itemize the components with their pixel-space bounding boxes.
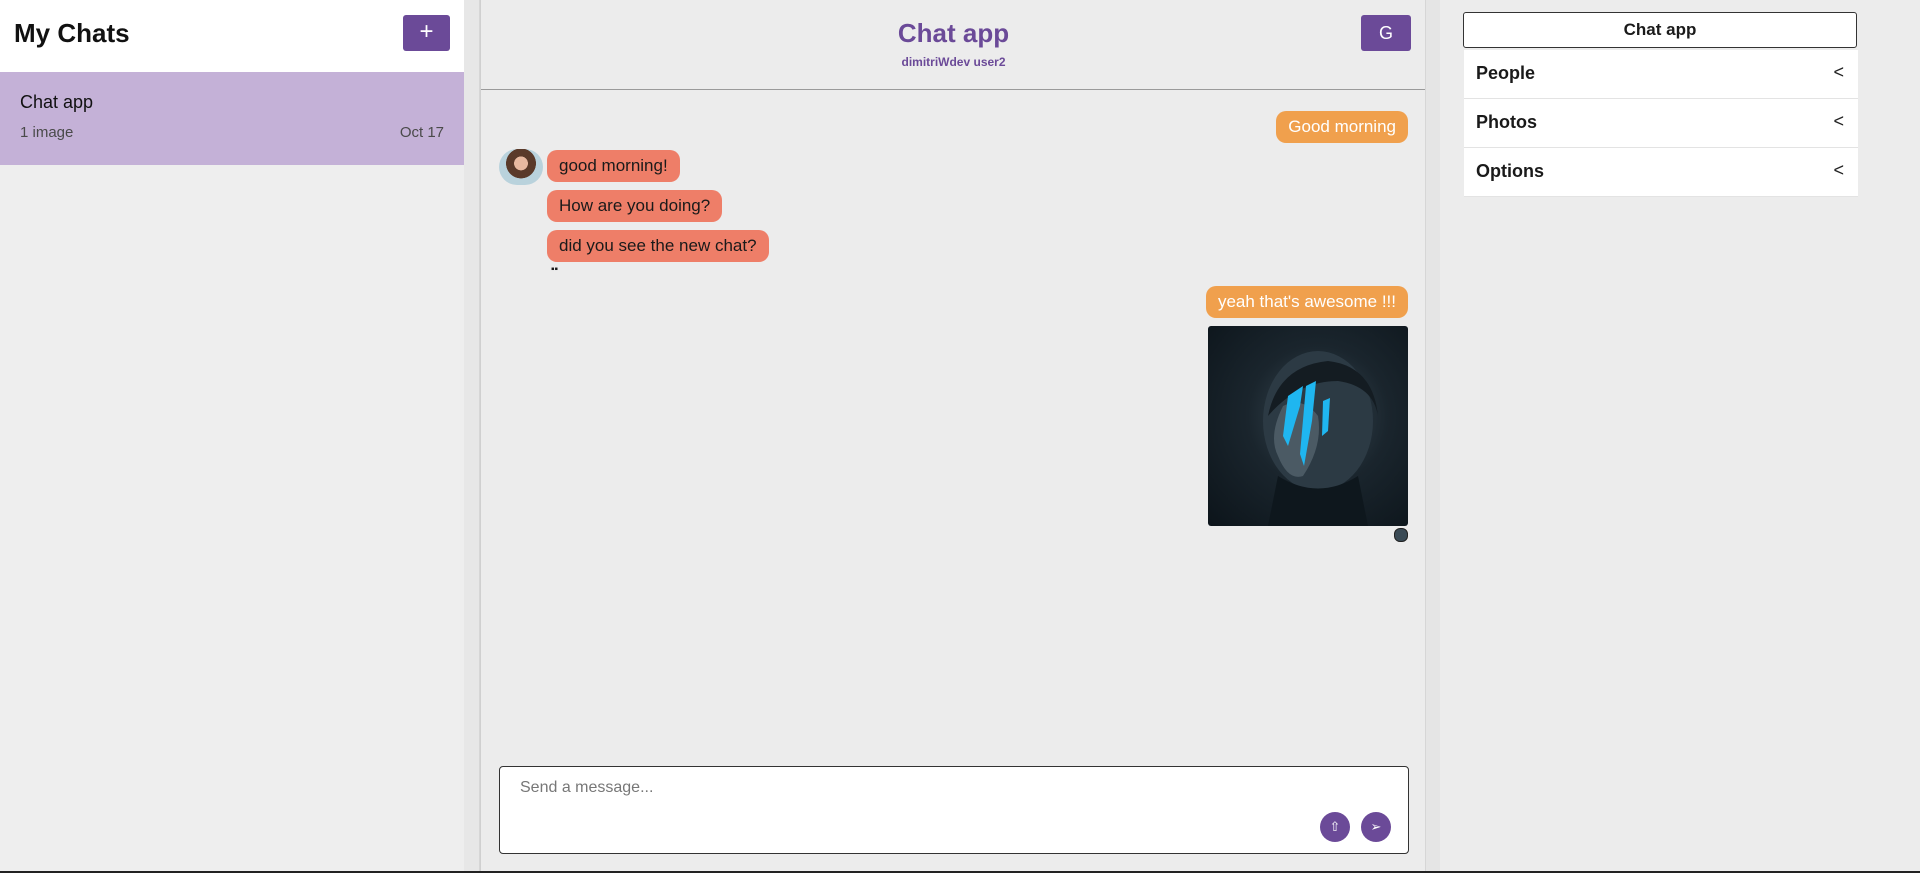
message-incoming: good morning! [547,150,680,182]
message-incoming: did you see the new chat? [547,230,769,262]
portrait-image [1263,351,1378,526]
message-composer: ⇧ ➢ [499,766,1409,854]
read-receipt-icon: ▪▪ [551,264,559,275]
seen-avatar-icon [1394,528,1408,542]
send-icon: ➢ [1370,819,1382,834]
section-label: Options [1476,161,1544,181]
chat-list-header: My Chats + [0,0,464,72]
details-section-photos[interactable]: Photos < [1464,99,1858,148]
section-label: People [1476,63,1536,83]
chat-list-title: My Chats [14,18,130,48]
image-message[interactable] [1208,326,1408,526]
message-input[interactable] [518,777,1342,841]
upload-button[interactable]: ⇧ [1320,812,1350,842]
chevron-left-icon: < [1833,160,1844,180]
chevron-left-icon: < [1833,111,1844,131]
message-incoming: How are you doing? [547,190,723,222]
message-outgoing: Good morning [1276,111,1408,143]
chevron-left-icon: < [1833,62,1844,82]
upload-icon: ⇧ [1329,819,1341,834]
details-title: Chat app [1463,12,1857,48]
new-chat-button[interactable]: + [403,15,450,51]
message-outgoing: yeah that's awesome !!! [1205,286,1408,318]
details-section-people[interactable]: People < [1464,50,1858,99]
chat-window: Chat app dimitriWdev user2 G Good mornin… [480,0,1426,873]
chat-details-panel: Chat app People < Photos < Options < [1440,0,1920,873]
refresh-icon: G [1378,23,1393,43]
chat-header: Chat app dimitriWdev user2 G [481,0,1426,90]
refresh-button[interactable]: G [1361,15,1411,51]
chat-list-scrollbar[interactable] [464,0,480,873]
chat-title: Chat app [897,18,1010,48]
send-button[interactable]: ➢ [1361,812,1391,842]
chat-name: Chat app [20,92,94,112]
chat-list-item[interactable]: Chat app 1 image Oct 17 [0,72,464,165]
chat-date: Oct 17 [399,124,444,141]
chat-participants: dimitriWdev user2 [901,55,1006,69]
chat-scrollbar[interactable] [1425,0,1441,873]
details-section-options[interactable]: Options < [1464,148,1858,197]
sender-avatar [499,149,543,185]
section-label: Photos [1476,112,1537,132]
chat-list-panel: My Chats + Chat app 1 image Oct 17 [0,0,464,873]
chat-preview: 1 image [20,124,74,141]
